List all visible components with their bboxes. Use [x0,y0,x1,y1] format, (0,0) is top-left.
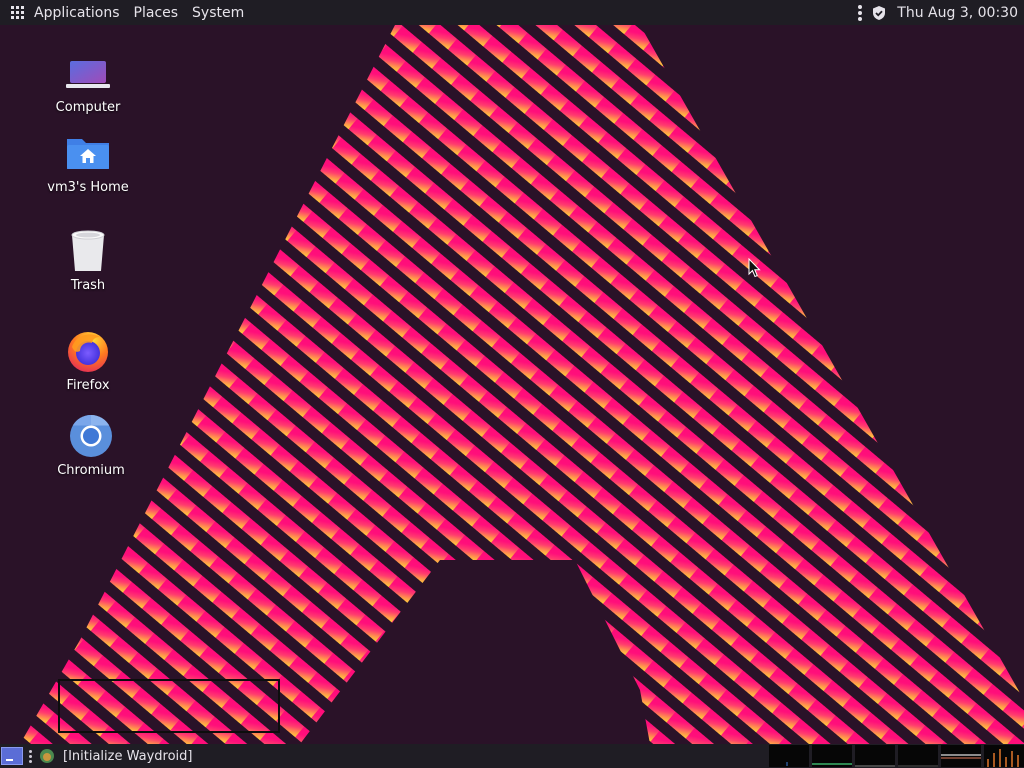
shield-check-icon[interactable] [871,5,887,21]
system-monitor-applet[interactable] [766,744,1024,768]
desktop-wallpaper [0,0,1024,768]
bottom-panel: [Initialize Waydroid] [0,744,1024,768]
clock[interactable]: Thu Aug 3, 00:30 [897,5,1018,21]
kebab-menu-icon[interactable] [858,4,863,21]
desktop-icon-home[interactable]: vm3's Home [40,130,136,195]
desktop-icon-computer[interactable]: Computer [40,50,136,115]
chromium-icon [70,415,112,457]
disk-graph [984,745,1024,767]
load-graph [941,745,981,767]
cpu-graph [769,745,809,767]
desktop-icon-firefox[interactable]: Firefox [40,328,136,393]
taskbar-handle-icon[interactable] [29,749,32,763]
trash-icon [71,230,105,271]
selection-rectangle [58,679,280,733]
desktop-icon-label: Firefox [66,378,110,393]
show-desktop-button[interactable] [1,747,23,765]
laptop-icon [66,61,110,88]
panel-status-area: Thu Aug 3, 00:30 [858,0,1024,25]
desktop-icon-label: vm3's Home [47,180,129,195]
swap-graph [898,745,938,767]
home-folder-icon [67,139,109,169]
firefox-icon [68,332,108,372]
top-panel: Applications Places System Thu Aug 3, 00… [0,0,1024,25]
taskbar-item-waydroid[interactable]: [Initialize Waydroid] [63,749,193,764]
menu-places[interactable]: Places [134,5,179,21]
menu-applications[interactable]: Applications [34,5,120,21]
desktop-icon-chromium[interactable]: Chromium [43,413,139,478]
menu-system[interactable]: System [192,5,244,21]
desktop-icon-label: Trash [70,278,106,293]
waydroid-icon [40,749,54,763]
mouse-pointer-icon [748,258,761,278]
desktop-icon-label: Computer [55,100,121,115]
desktop-icon-trash[interactable]: Trash [40,228,136,293]
network-graph [855,745,895,767]
memory-graph [812,745,852,767]
desktop-icon-label: Chromium [57,463,125,478]
applications-grid-icon[interactable] [11,5,25,20]
